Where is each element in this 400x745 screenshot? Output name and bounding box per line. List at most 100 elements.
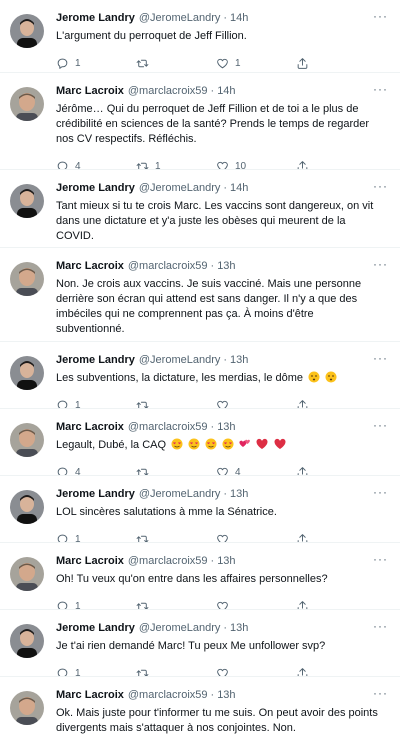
share-button[interactable] [296, 466, 316, 475]
avatar[interactable] [10, 490, 44, 524]
author-name[interactable]: Marc Lacroix [56, 421, 124, 433]
tweet[interactable]: Jerome Landry @JeromeLandry · 14h ··· Ta… [0, 170, 400, 248]
tweet[interactable]: Marc Lacroix @marclacroix59 · 13h ··· No… [0, 248, 400, 342]
retweet-button[interactable] [136, 533, 216, 542]
like-button[interactable] [216, 399, 296, 408]
share-button[interactable] [296, 399, 316, 408]
retweet-button[interactable] [136, 667, 216, 676]
more-icon[interactable]: ··· [373, 687, 388, 699]
tweet[interactable]: Marc Lacroix @marclacroix59 · 13h ··· Oh… [0, 543, 400, 610]
tweet-text: LOL sincères salutations à mme la Sénatr… [56, 506, 277, 518]
avatar[interactable] [10, 262, 44, 296]
author-name[interactable]: Jerome Landry [56, 354, 135, 366]
tweet-text: L'argument du perroquet de Jeff Fillion. [56, 30, 247, 42]
avatar[interactable] [10, 87, 44, 121]
tweet[interactable]: Marc Lacroix @marclacroix59 · 14h ··· Jé… [0, 73, 400, 170]
reply-icon [57, 467, 68, 475]
author-name[interactable]: Jerome Landry [56, 488, 135, 500]
timestamp[interactable]: 13h [230, 622, 248, 634]
like-button[interactable]: 4 [216, 466, 296, 475]
tweet-text: Non. Je crois aux vaccins. Je suis vacci… [56, 278, 362, 335]
like-button[interactable]: 1 [216, 57, 296, 70]
reply-count: 4 [75, 466, 81, 476]
timestamp[interactable]: 14h [230, 12, 248, 24]
retweet-button[interactable] [136, 600, 216, 609]
share-button[interactable] [296, 533, 316, 542]
avatar[interactable] [10, 356, 44, 390]
share-button[interactable] [296, 667, 316, 676]
like-count: 10 [235, 160, 247, 170]
more-icon[interactable]: ··· [373, 486, 388, 498]
timestamp[interactable]: 13h [230, 354, 248, 366]
author-name[interactable]: Jerome Landry [56, 12, 135, 24]
reply-button[interactable]: 1 [56, 667, 136, 676]
timestamp[interactable]: 14h [217, 85, 235, 97]
more-icon[interactable]: ··· [373, 10, 388, 22]
avatar[interactable] [10, 557, 44, 591]
author-handle[interactable]: @marclacroix59 [128, 555, 208, 567]
more-icon[interactable]: ··· [373, 419, 388, 431]
sleeping-face-emoji-icon [308, 371, 320, 383]
reply-button[interactable]: 1 [56, 399, 136, 408]
retweet-button[interactable] [136, 57, 216, 70]
author-handle[interactable]: @JeromeLandry [139, 622, 220, 634]
timestamp[interactable]: 13h [230, 488, 248, 500]
avatar[interactable] [10, 624, 44, 658]
like-button[interactable] [216, 533, 296, 542]
avatar[interactable] [10, 184, 44, 218]
timestamp[interactable]: 13h [217, 421, 235, 433]
author-handle[interactable]: @JeromeLandry [139, 182, 220, 194]
author-handle[interactable]: @marclacroix59 [128, 85, 208, 97]
timestamp[interactable]: 13h [217, 260, 235, 272]
author-handle[interactable]: @marclacroix59 [128, 421, 208, 433]
author-handle[interactable]: @JeromeLandry [139, 354, 220, 366]
retweet-button[interactable] [136, 466, 216, 475]
like-button[interactable] [216, 667, 296, 676]
author-name[interactable]: Marc Lacroix [56, 85, 124, 97]
retweet-button[interactable]: 1 [136, 160, 216, 169]
reply-button[interactable]: 1 [56, 600, 136, 609]
retweet-icon [136, 162, 149, 169]
author-name[interactable]: Marc Lacroix [56, 555, 124, 567]
author-name[interactable]: Marc Lacroix [56, 260, 124, 272]
reply-button[interactable]: 4 [56, 466, 136, 476]
share-button[interactable] [296, 160, 316, 169]
author-name[interactable]: Jerome Landry [56, 622, 135, 634]
avatar[interactable] [10, 423, 44, 457]
author-handle[interactable]: @marclacroix59 [128, 689, 208, 701]
tweet[interactable]: Jerome Landry @JeromeLandry · 13h ··· Le… [0, 342, 400, 409]
reply-button[interactable]: 4 [56, 160, 136, 169]
author-handle[interactable]: @marclacroix59 [128, 260, 208, 272]
separator-dot: · [223, 622, 228, 634]
author-name[interactable]: Marc Lacroix [56, 689, 124, 701]
share-button[interactable] [296, 57, 316, 70]
more-icon[interactable]: ··· [373, 180, 388, 192]
tweet[interactable]: Jerome Landry @JeromeLandry · 14h ··· L'… [0, 0, 400, 73]
reply-count: 1 [75, 533, 81, 543]
avatar[interactable] [10, 14, 44, 48]
reply-icon [57, 400, 68, 408]
tweet[interactable]: Jerome Landry @JeromeLandry · 13h ··· Je… [0, 610, 400, 677]
avatar[interactable] [10, 691, 44, 725]
heart-icon [217, 534, 228, 542]
like-button[interactable] [216, 600, 296, 609]
tweet[interactable]: Jerome Landry @JeromeLandry · 13h ··· LO… [0, 476, 400, 543]
more-icon[interactable]: ··· [373, 258, 388, 270]
reply-button[interactable]: 1 [56, 57, 136, 70]
like-button[interactable]: 10 [216, 160, 296, 170]
more-icon[interactable]: ··· [373, 620, 388, 632]
share-button[interactable] [296, 600, 316, 609]
tweet[interactable]: Marc Lacroix @marclacroix59 · 13h ··· Ok… [0, 677, 400, 745]
timestamp[interactable]: 13h [217, 555, 235, 567]
more-icon[interactable]: ··· [373, 352, 388, 364]
author-handle[interactable]: @JeromeLandry [139, 488, 220, 500]
reply-button[interactable]: 1 [56, 533, 136, 543]
more-icon[interactable]: ··· [373, 83, 388, 95]
author-name[interactable]: Jerome Landry [56, 182, 135, 194]
author-handle[interactable]: @JeromeLandry [139, 12, 220, 24]
more-icon[interactable]: ··· [373, 553, 388, 565]
timestamp[interactable]: 14h [230, 182, 248, 194]
tweet[interactable]: Marc Lacroix @marclacroix59 · 13h ··· Le… [0, 409, 400, 476]
retweet-button[interactable] [136, 399, 216, 408]
timestamp[interactable]: 13h [217, 689, 235, 701]
